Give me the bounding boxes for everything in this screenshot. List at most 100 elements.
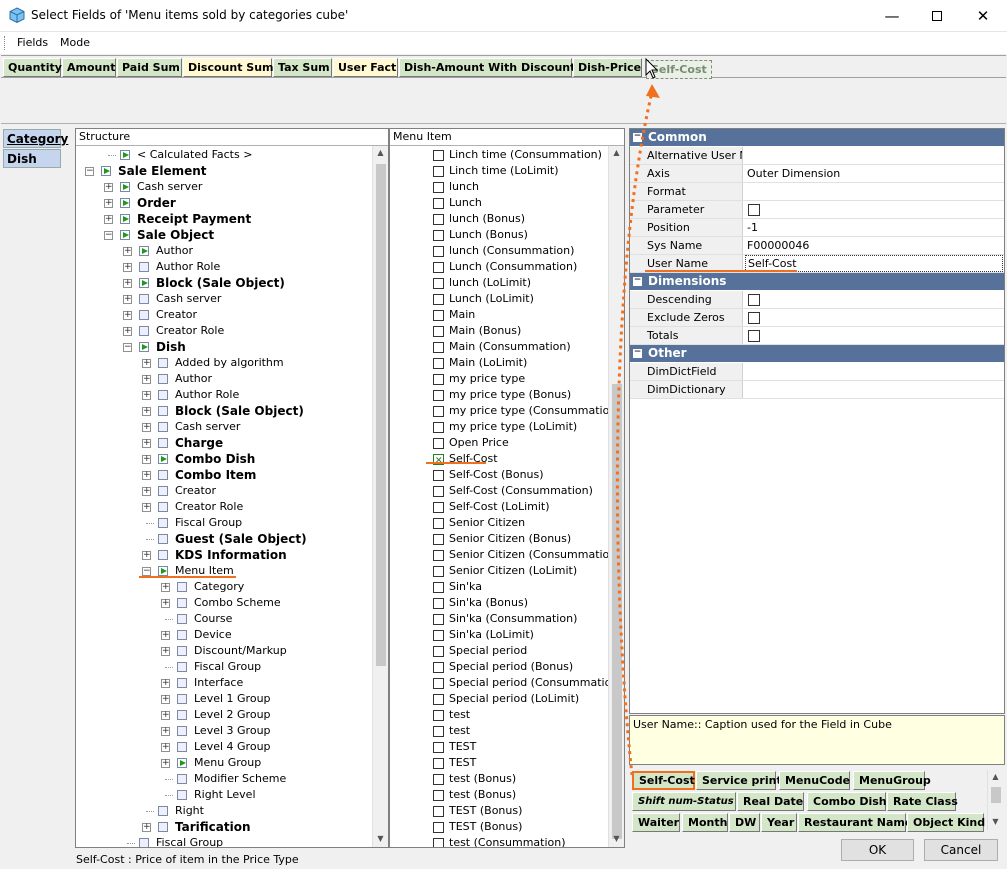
tree-node[interactable]: + Tarification	[76, 819, 372, 835]
tree-node[interactable]: + Combo Scheme	[76, 595, 372, 611]
checkbox[interactable]	[433, 630, 444, 641]
property-row-dimdictionary[interactable]: DimDictionary	[630, 381, 1004, 399]
tree-node[interactable]: < Calculated Facts >	[76, 147, 372, 163]
expand-icon[interactable]: +	[161, 647, 170, 656]
tree-node[interactable]: + Creator	[76, 483, 372, 499]
expand-icon[interactable]: +	[142, 391, 151, 400]
property-row-parameter[interactable]: Parameter	[630, 201, 1004, 219]
property-checkbox[interactable]	[748, 294, 760, 306]
field-tag-combo-dish[interactable]: Combo Dish	[807, 792, 887, 811]
tree-node[interactable]: + Interface	[76, 675, 372, 691]
expand-icon[interactable]: +	[142, 407, 151, 416]
tree-node[interactable]: + Author	[76, 371, 372, 387]
expand-icon[interactable]: +	[161, 631, 170, 640]
tree-node[interactable]: + Creator	[76, 307, 372, 323]
expand-icon[interactable]: +	[142, 487, 151, 496]
property-row-exclude-zeros[interactable]: Exclude Zeros	[630, 309, 1004, 327]
expand-icon[interactable]: +	[161, 711, 170, 720]
menu-item-row[interactable]: test	[390, 723, 608, 739]
field-tag-restaurant-name[interactable]: Restaurant Name	[798, 813, 912, 832]
checkbox[interactable]	[433, 806, 444, 817]
fact-tag-dish-amount-with-discounts[interactable]: Dish-Amount With Discounts	[399, 58, 582, 77]
property-category-other[interactable]: − Other	[630, 345, 1004, 362]
menu-item-row[interactable]: Main (Bonus)	[390, 323, 608, 339]
property-checkbox[interactable]	[748, 204, 760, 216]
fact-tag-amount[interactable]: Amount	[62, 58, 116, 77]
checkbox[interactable]	[433, 342, 444, 353]
checkbox[interactable]	[433, 678, 444, 689]
expand-icon[interactable]: +	[161, 583, 170, 592]
menu-item-row[interactable]: Lunch (LoLimit)	[390, 291, 608, 307]
expand-icon[interactable]: +	[161, 695, 170, 704]
menu-item-row[interactable]: Lunch (Bonus)	[390, 227, 608, 243]
fact-tag-quantity[interactable]: Quantity	[3, 58, 62, 77]
checkbox[interactable]	[433, 646, 444, 657]
expand-icon[interactable]: +	[123, 263, 132, 272]
field-tag-real-date[interactable]: Real Date	[737, 792, 804, 811]
checkbox[interactable]	[433, 518, 444, 529]
property-checkbox[interactable]	[748, 330, 760, 342]
expand-icon[interactable]: +	[161, 727, 170, 736]
menu-item-row[interactable]: Linch time (LoLimit)	[390, 163, 608, 179]
ok-button[interactable]: OK	[841, 839, 914, 861]
menu-item-row[interactable]: Main (Consummation)	[390, 339, 608, 355]
tree-node[interactable]: + Author Role	[76, 387, 372, 403]
scroll-thumb[interactable]	[991, 787, 1001, 803]
minimize-button[interactable]: —	[869, 0, 915, 32]
menu-item-row[interactable]: Sin'ka (Bonus)	[390, 595, 608, 611]
expand-icon[interactable]: +	[123, 247, 132, 256]
collapse-icon[interactable]: −	[104, 231, 113, 240]
checkbox[interactable]	[433, 470, 444, 481]
field-tag-rate-class[interactable]: Rate Class	[887, 792, 958, 811]
menu-item-row[interactable]: my price type	[390, 371, 608, 387]
tree-node[interactable]: + Cash server	[76, 179, 372, 195]
checkbox[interactable]	[433, 310, 444, 321]
checkbox[interactable]	[433, 182, 444, 193]
property-row-totals[interactable]: Totals	[630, 327, 1004, 345]
menu-item-row[interactable]: Sin'ka (Consummation)	[390, 611, 608, 627]
menu-item-row[interactable]: Main (LoLimit)	[390, 355, 608, 371]
tree-node[interactable]: + Added by algorithm	[76, 355, 372, 371]
expand-icon[interactable]: +	[142, 471, 151, 480]
field-tag-waiter[interactable]: Waiter	[632, 813, 680, 832]
scroll-up-icon[interactable]: ▲	[373, 148, 388, 157]
property-value[interactable]	[745, 381, 1003, 398]
expand-icon[interactable]: +	[161, 759, 170, 768]
menu-item-row[interactable]: test (Consummation)	[390, 835, 608, 847]
property-value[interactable]: -1	[745, 219, 1003, 236]
menu-item-row[interactable]: Self-Cost	[390, 451, 608, 469]
checkbox[interactable]	[433, 230, 444, 241]
tree-node[interactable]: Modifier Scheme	[76, 771, 372, 787]
checkbox[interactable]	[433, 262, 444, 273]
scroll-down-icon[interactable]: ▼	[988, 817, 1003, 826]
property-row-alternative-user-na[interactable]: Alternative User Na	[630, 147, 1004, 165]
property-value[interactable]	[745, 363, 1003, 380]
checkbox[interactable]	[433, 838, 444, 847]
menu-mode[interactable]: Mode	[60, 36, 90, 49]
checkbox[interactable]	[433, 742, 444, 753]
property-value[interactable]	[745, 183, 1003, 200]
tree-node[interactable]: Fiscal Group	[76, 515, 372, 531]
menu-item-row[interactable]: Self-Cost (LoLimit)	[390, 499, 608, 515]
checkbox[interactable]	[433, 374, 444, 385]
menu-item-row[interactable]: Self-Cost (Bonus)	[390, 467, 608, 483]
expand-icon[interactable]: +	[104, 183, 113, 192]
checkbox[interactable]	[433, 726, 444, 737]
menu-item-row[interactable]: lunch	[390, 179, 608, 195]
collapse-icon[interactable]: −	[142, 567, 151, 576]
menu-item-row[interactable]: Special period	[390, 643, 608, 659]
property-value[interactable]: F00000046	[745, 237, 1003, 254]
checkbox[interactable]	[433, 758, 444, 769]
collapse-icon[interactable]: −	[85, 167, 94, 176]
menu-item-row[interactable]: Senior Citizen (LoLimit)	[390, 563, 608, 579]
checkbox[interactable]	[433, 534, 444, 545]
checkbox[interactable]	[433, 358, 444, 369]
field-tag-shift-num-status[interactable]: Shift num-Status	[632, 792, 736, 811]
expand-icon[interactable]: +	[142, 359, 151, 368]
property-value[interactable]	[745, 147, 1003, 164]
tree-node[interactable]: + KDS Information	[76, 547, 372, 563]
expand-icon[interactable]: +	[142, 823, 151, 832]
expand-icon[interactable]: +	[142, 551, 151, 560]
menu-item-row[interactable]: Special period (Consummation)	[390, 675, 608, 691]
tab-category[interactable]: Category	[3, 129, 68, 148]
